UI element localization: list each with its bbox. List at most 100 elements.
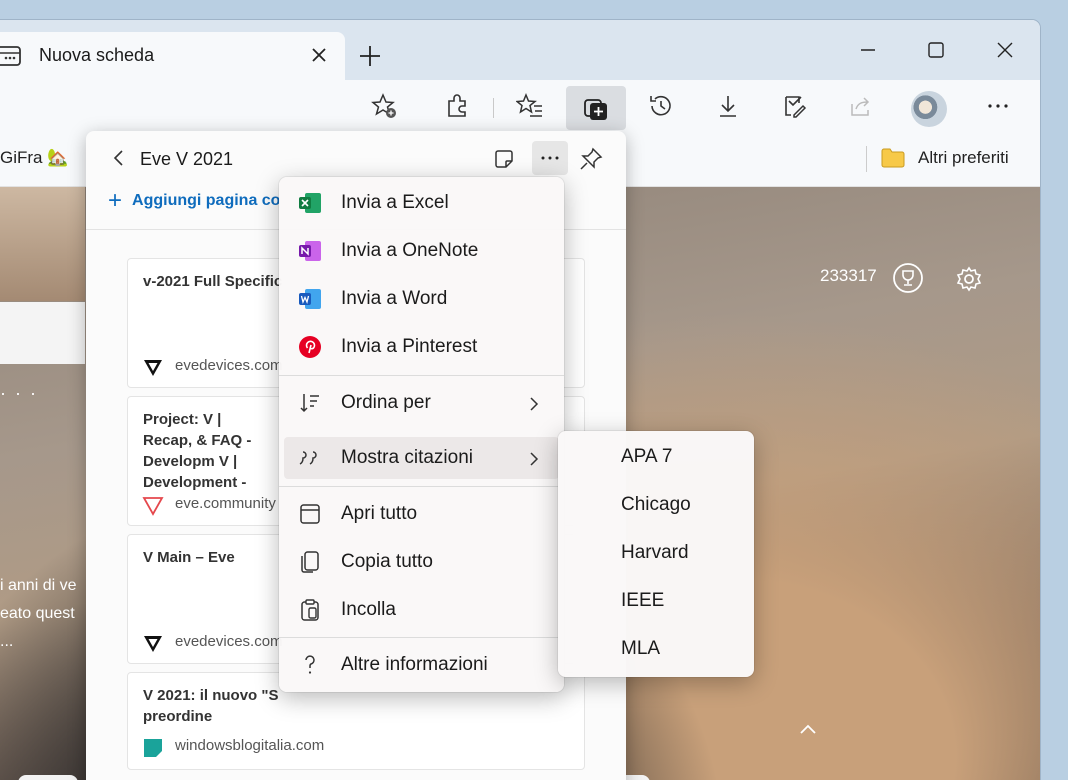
address-bar[interactable] [0,86,415,126]
eve-community-icon [142,497,164,516]
pinterest-icon [299,336,321,358]
page-settings-icon[interactable] [955,265,983,293]
extensions-icon[interactable] [443,92,471,120]
paste-icon [301,599,319,621]
menu-item-label: Invia a Pinterest [341,336,478,357]
more-dots-icon [541,156,559,160]
collection-title[interactable]: Eve V 2021 [140,149,233,170]
windowsblog-icon [144,739,162,757]
menu-item-show-citations[interactable]: Mostra citazioni [284,437,559,479]
add-current-page-button[interactable]: + Aggiungi pagina co [108,187,280,215]
menu-item-label: Altre informazioni [341,654,488,675]
menu-item-label: Ordina per [341,392,431,413]
feed-text-line: i anni di ve [0,577,77,594]
menu-item-send-excel[interactable]: Invia a Excel [284,182,559,224]
collections-button[interactable] [566,86,626,130]
add-page-label: Aggiungi pagina co [132,192,281,209]
citation-ieee[interactable]: IEEE [563,581,749,621]
card-site: evedevices.com [175,633,283,650]
citation-harvard[interactable]: Harvard [563,533,749,573]
menu-item-label: Apri tutto [341,503,418,524]
menu-item-label: Copia tutto [341,551,433,572]
favorites-icon[interactable] [516,92,544,120]
other-favorites[interactable]: Altri preferiti [918,148,1009,168]
collection-context-menu: Invia a Excel Invia a OneNote Invia a Wo… [279,177,564,692]
citation-apa7[interactable]: APA 7 [563,437,749,477]
add-note-icon[interactable] [492,147,516,171]
close-window-icon[interactable] [993,38,1017,62]
menu-item-more-info[interactable]: Altre informazioni [284,644,559,686]
background-tile [0,187,85,301]
feed-text-line: eato quest [0,605,75,622]
menu-item-send-onenote[interactable]: Invia a OneNote [284,230,559,272]
collections-icon [584,99,607,120]
menu-separator [279,486,564,487]
excel-icon [299,193,321,213]
web-capture-icon[interactable] [779,92,807,120]
favorite-item-gifra[interactable]: GiFra 🏡 [0,148,68,168]
feed-dots[interactable]: · · · [0,383,38,404]
tab-title: Nuova scheda [39,45,155,65]
tab-favicon-icon [0,46,21,66]
new-tab-icon[interactable] [356,42,384,70]
eve-logo-icon [144,636,162,652]
quote-icon [299,451,317,465]
menu-item-send-pinterest[interactable]: Invia a Pinterest [284,326,559,368]
word-icon [299,289,321,309]
chevron-right-icon [530,452,539,466]
minimize-icon[interactable] [856,38,880,62]
card-title: Project: V | Recap, & FAQ - Developm V |… [143,411,252,491]
rewards-trophy-icon[interactable] [892,262,924,294]
collection-more-button[interactable] [532,141,568,175]
card-site: evedevices.com [175,357,283,374]
menu-item-send-word[interactable]: Invia a Word [284,278,559,320]
add-favorite-icon[interactable] [370,92,398,120]
maximize-icon[interactable] [924,38,948,62]
tab-new-tab[interactable]: Nuova scheda [0,32,345,80]
citation-label: Harvard [621,542,689,563]
citation-label: Chicago [621,494,691,515]
menu-separator [279,637,564,638]
more-options-icon[interactable] [984,92,1012,120]
menu-item-copy-all[interactable]: Copia tutto [284,541,559,583]
feed-text: i anni di ve eato quest ... [0,572,77,656]
bottom-tile[interactable] [18,775,78,780]
menu-item-label: Invia a Word [341,288,448,309]
history-icon[interactable] [647,92,675,120]
chevron-right-icon [530,397,539,411]
sort-icon [300,394,319,413]
help-icon [305,655,315,674]
card-site: windowsblogitalia.com [175,737,325,754]
citation-label: MLA [621,638,661,659]
menu-item-sort-by[interactable]: Ordina per [284,382,559,424]
feed-text-line: ... [0,633,14,650]
back-icon[interactable] [110,149,128,167]
menu-item-label: Invia a Excel [341,192,449,213]
citation-mla[interactable]: MLA [563,629,749,669]
share-icon[interactable] [846,92,874,120]
copy-icon [301,551,319,573]
citation-label: APA 7 [621,446,673,467]
menu-item-label: Mostra citazioni [341,447,473,468]
close-tab-icon[interactable] [308,44,330,66]
tab-bar: Nuova scheda [0,20,1040,80]
open-all-icon [300,504,320,524]
citation-chicago[interactable]: Chicago [563,485,749,525]
quick-link-tile[interactable] [0,302,85,364]
toolbar [0,80,1040,132]
folder-icon [881,148,905,168]
menu-item-label: Invia a OneNote [341,240,479,261]
profile-avatar[interactable] [911,91,947,127]
menu-item-open-all[interactable]: Apri tutto [284,493,559,535]
card-title: V 2021: il nuovo "S preordine [143,687,279,725]
card-site: eve.community [175,495,276,512]
eve-logo-icon [144,360,162,376]
pin-icon[interactable] [578,146,604,172]
menu-item-paste[interactable]: Incolla [284,589,559,631]
rewards-score[interactable]: 233317 [820,266,877,286]
downloads-icon[interactable] [714,92,742,120]
favorites-divider [866,146,867,172]
chevron-up-icon[interactable] [798,722,818,736]
menu-item-label: Incolla [341,599,396,620]
menu-separator [279,375,564,376]
